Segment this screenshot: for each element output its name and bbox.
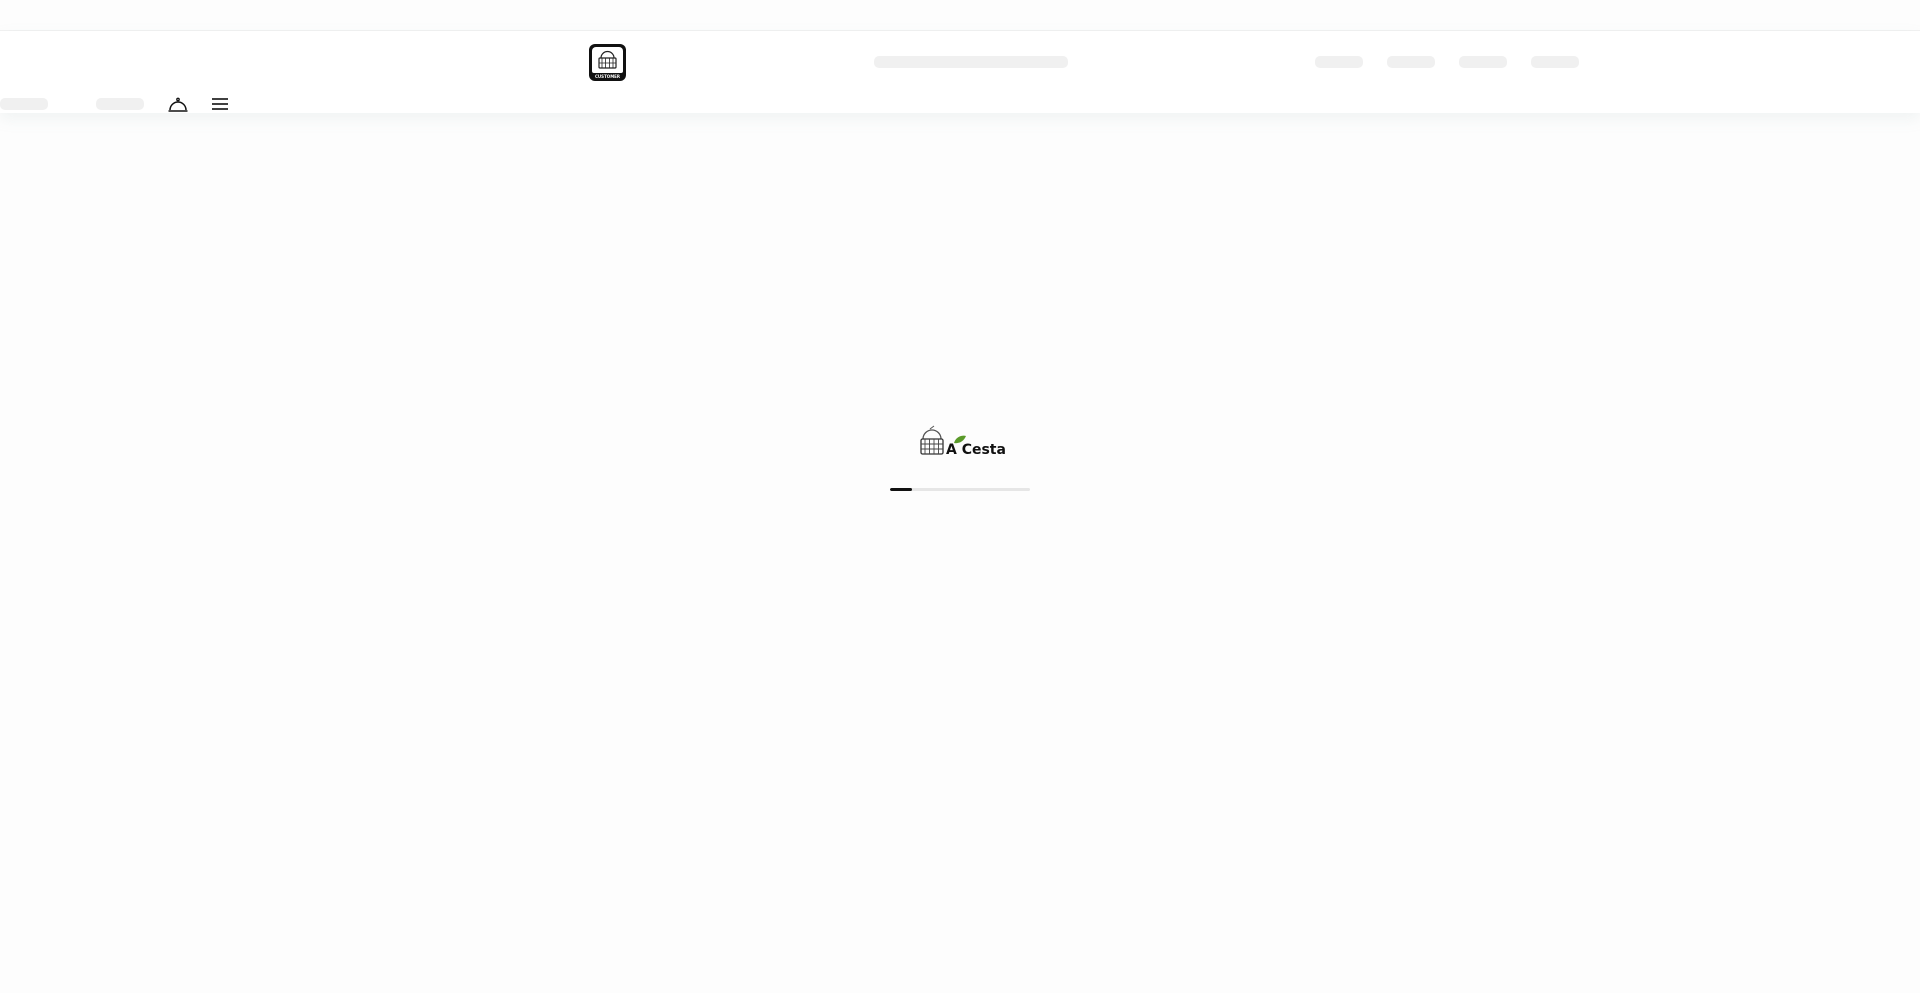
nav-skeleton-2 [1387, 56, 1435, 68]
loading-progress-bar [890, 488, 1030, 491]
header-logo[interactable]: CUSTOMER [589, 44, 626, 81]
subnav-skeleton-2 [96, 98, 144, 110]
hamburger-menu-icon[interactable] [209, 94, 231, 114]
nav-skeleton-4 [1531, 56, 1579, 68]
subnav-skeleton-1 [0, 98, 48, 110]
nav-skeleton-1 [1315, 56, 1363, 68]
logo-basket-icon [592, 47, 623, 73]
loading-logo: A Cesta [918, 423, 1006, 459]
nav-skeleton-3 [1459, 56, 1507, 68]
browser-top-strip [0, 0, 1920, 31]
search-skeleton [874, 56, 1068, 68]
basket-icon [920, 425, 944, 455]
loading-progress-fill [890, 488, 913, 491]
site-header: CUSTOMER [0, 31, 1920, 113]
loading-brand-text: A Cesta [946, 442, 1006, 458]
logo-subtext: CUSTOMER [595, 74, 620, 79]
service-bell-icon[interactable] [166, 94, 190, 116]
